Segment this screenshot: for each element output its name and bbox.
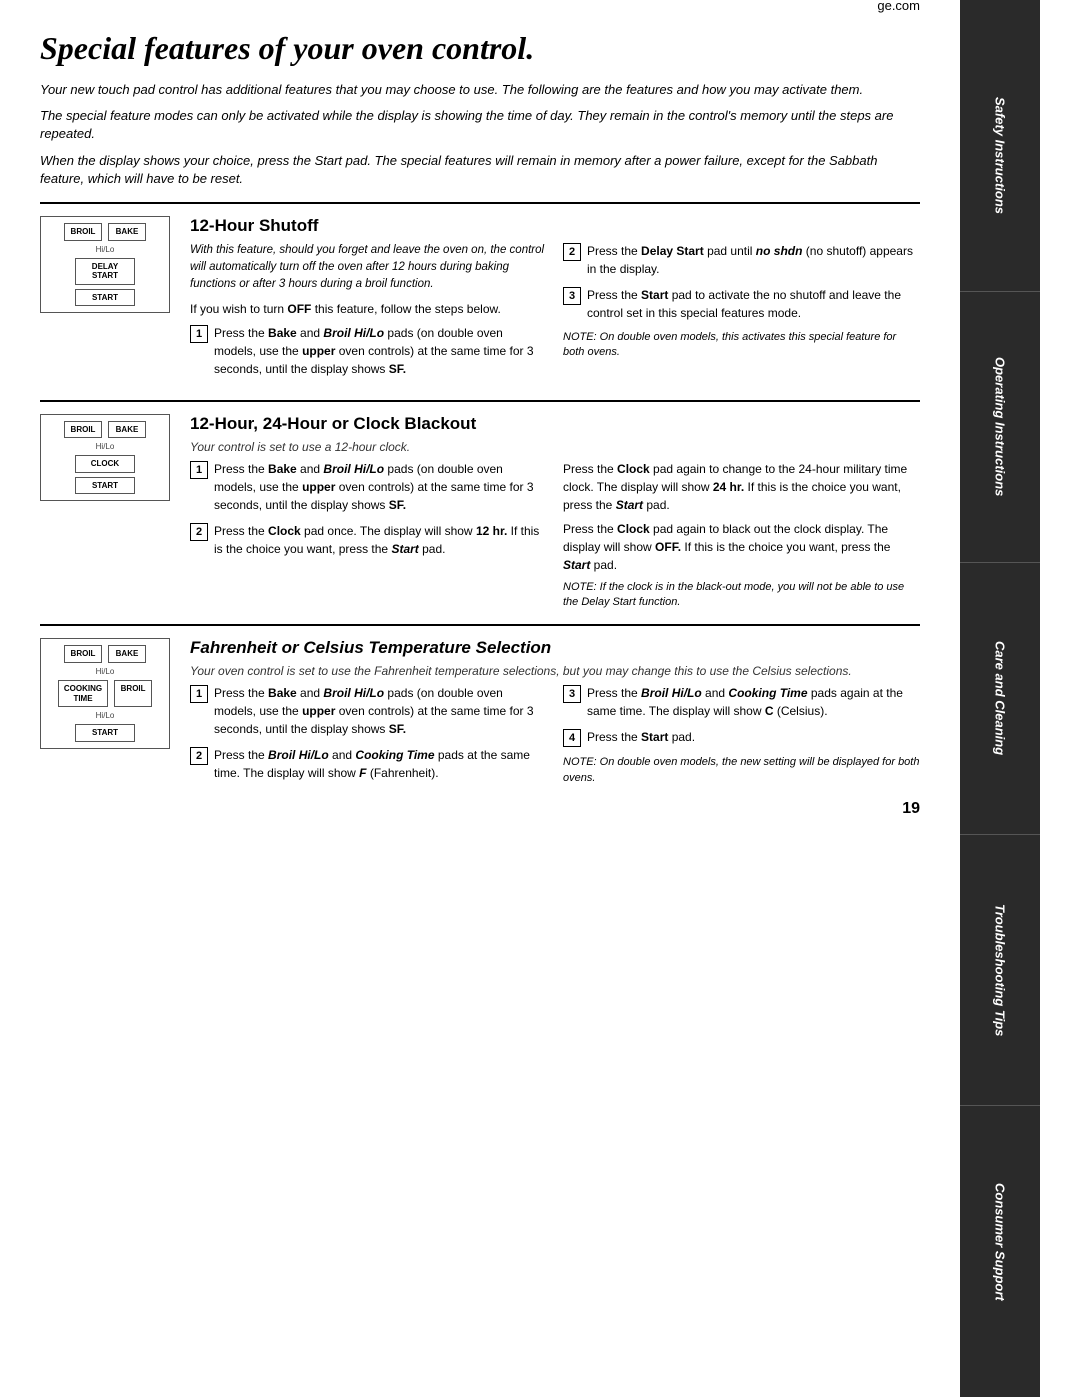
section2-col-left: 1 Press the Bake and Broil Hi/Lo pads (o… xyxy=(190,460,547,611)
section1-content: 12-Hour Shutoff With this feature, shoul… xyxy=(190,216,920,386)
sidebar-consumer: Consumer Support xyxy=(960,1106,1040,1377)
step3-2-text: Press the Broil Hi/Lo and Cooking Time p… xyxy=(214,746,547,782)
broil-btn-3: BROIL xyxy=(64,645,102,663)
section3-col-left: 1 Press the Bake and Broil Hi/Lo pads (o… xyxy=(190,684,547,790)
start-btn-2: START xyxy=(75,477,135,495)
page-title: Special features of your oven control. xyxy=(40,30,534,67)
section1-step3: 3 Press the Start pad to activate the no… xyxy=(563,286,920,322)
sidebar-troubleshooting: Troubleshooting Tips xyxy=(960,835,1040,1107)
start-btn-1: START xyxy=(75,289,135,307)
section1-step2: 2 Press the Delay Start pad until no shd… xyxy=(563,242,920,278)
step-num-3-2: 2 xyxy=(190,747,208,765)
broil-btn-2: BROIL xyxy=(64,421,102,439)
section3-divider xyxy=(40,624,920,626)
sidebar-care: Care and Cleaning xyxy=(960,563,1040,835)
section2-note: NOTE: If the clock is in the black-out m… xyxy=(563,580,920,611)
oven-diagram-2: BROIL BAKE Hi/Lo CLOCK START xyxy=(40,414,170,502)
start-btn-3: START xyxy=(75,724,135,742)
section1-off-text: If you wish to turn OFF this feature, fo… xyxy=(190,300,547,318)
section3-step3: 3 Press the Broil Hi/Lo and Cooking Time… xyxy=(563,684,920,720)
section2-subtitle: Your control is set to use a 12-hour clo… xyxy=(190,440,920,454)
intro-text-1: Your new touch pad control has additiona… xyxy=(40,81,920,99)
delay-start-btn: DELAYSTART xyxy=(75,258,135,285)
cooking-time-btn: COOKINGTIME xyxy=(58,680,108,707)
ge-com-label: ge.com xyxy=(877,0,920,13)
step2-2-text: Press the Clock pad once. The display wi… xyxy=(214,522,547,558)
section3-col-right: 3 Press the Broil Hi/Lo and Cooking Time… xyxy=(563,684,920,790)
section3-title: Fahrenheit or Celsius Temperature Select… xyxy=(190,638,920,658)
section2-title: 12-Hour, 24-Hour or Clock Blackout xyxy=(190,414,920,434)
section1-left-text: With this feature, should you forget and… xyxy=(190,242,547,294)
hilo-label-3: Hi/Lo xyxy=(96,667,115,676)
section3-step1: 1 Press the Bake and Broil Hi/Lo pads (o… xyxy=(190,684,547,738)
section1: BROIL BAKE Hi/Lo DELAYSTART START 12-Hou… xyxy=(40,216,920,386)
section3-content: Fahrenheit or Celsius Temperature Select… xyxy=(190,638,920,790)
section1-title: 12-Hour Shutoff xyxy=(190,216,920,236)
oven-diagram-3: BROIL BAKE Hi/Lo COOKINGTIME BROIL Hi/Lo… xyxy=(40,638,170,748)
step3-4-text: Press the Start pad. xyxy=(587,728,920,746)
step1-2-text: Press the Delay Start pad until no shdn … xyxy=(587,242,920,278)
step1-3-text: Press the Start pad to activate the no s… xyxy=(587,286,920,322)
section2-diagram: BROIL BAKE Hi/Lo CLOCK START xyxy=(40,414,170,611)
section2-col-right: Press the Clock pad again to change to t… xyxy=(563,460,920,611)
step-num-1-3: 3 xyxy=(563,287,581,305)
step2-1-text: Press the Bake and Broil Hi/Lo pads (on … xyxy=(214,460,547,514)
hilo-label-1: Hi/Lo xyxy=(96,245,115,254)
bake-btn-2: BAKE xyxy=(108,421,146,439)
section3-diagram: BROIL BAKE Hi/Lo COOKINGTIME BROIL Hi/Lo… xyxy=(40,638,170,790)
step1-1-text: Press the Bake and Broil Hi/Lo pads (on … xyxy=(214,324,547,378)
section1-step1: 1 Press the Bake and Broil Hi/Lo pads (o… xyxy=(190,324,547,378)
hilo-label-2: Hi/Lo xyxy=(96,442,115,451)
section1-col-left: With this feature, should you forget and… xyxy=(190,242,547,386)
section3-two-col: 1 Press the Bake and Broil Hi/Lo pads (o… xyxy=(190,684,920,790)
intro-text-3: When the display shows your choice, pres… xyxy=(40,152,920,188)
broil-btn-3b: BROIL xyxy=(114,680,152,707)
step-num-3-4: 4 xyxy=(563,729,581,747)
section2-step2: 2 Press the Clock pad once. The display … xyxy=(190,522,547,558)
section2: BROIL BAKE Hi/Lo CLOCK START 12-Hour, 24… xyxy=(40,414,920,611)
bake-btn-3: BAKE xyxy=(108,645,146,663)
bake-btn-1: BAKE xyxy=(108,223,146,241)
step3-3-text: Press the Broil Hi/Lo and Cooking Time p… xyxy=(587,684,920,720)
step3-1-text: Press the Bake and Broil Hi/Lo pads (on … xyxy=(214,684,547,738)
section1-note: NOTE: On double oven models, this activa… xyxy=(563,330,920,361)
section3-step4: 4 Press the Start pad. xyxy=(563,728,920,747)
section2-right1: Press the Clock pad again to change to t… xyxy=(563,460,920,514)
page-number: 19 xyxy=(40,800,920,818)
right-sidebar: Safety Instructions Operating Instructio… xyxy=(960,0,1040,1397)
section2-two-col: 1 Press the Bake and Broil Hi/Lo pads (o… xyxy=(190,460,920,611)
section3-subtitle: Your oven control is set to use the Fahr… xyxy=(190,664,920,678)
intro-text-2: The special feature modes can only be ac… xyxy=(40,107,920,143)
oven-diagram-1: BROIL BAKE Hi/Lo DELAYSTART START xyxy=(40,216,170,313)
section1-diagram: BROIL BAKE Hi/Lo DELAYSTART START xyxy=(40,216,170,386)
step-num-3-1: 1 xyxy=(190,685,208,703)
step-num-3-3: 3 xyxy=(563,685,581,703)
section1-divider xyxy=(40,202,920,204)
section1-col-right: 2 Press the Delay Start pad until no shd… xyxy=(563,242,920,386)
hilo-label-3b: Hi/Lo xyxy=(96,711,115,720)
section2-right2: Press the Clock pad again to black out t… xyxy=(563,520,920,574)
sidebar-operating: Operating Instructions xyxy=(960,292,1040,564)
section2-step1: 1 Press the Bake and Broil Hi/Lo pads (o… xyxy=(190,460,547,514)
section2-divider xyxy=(40,400,920,402)
section3-step2: 2 Press the Broil Hi/Lo and Cooking Time… xyxy=(190,746,547,782)
step-num-2-1: 1 xyxy=(190,461,208,479)
broil-btn-1: BROIL xyxy=(64,223,102,241)
main-content: Special features of your oven control. g… xyxy=(0,0,960,1397)
section3-note: NOTE: On double oven models, the new set… xyxy=(563,755,920,786)
section2-content: 12-Hour, 24-Hour or Clock Blackout Your … xyxy=(190,414,920,611)
section1-two-col: With this feature, should you forget and… xyxy=(190,242,920,386)
step-num-1-1: 1 xyxy=(190,325,208,343)
step-num-2-2: 2 xyxy=(190,523,208,541)
step-num-1-2: 2 xyxy=(563,243,581,261)
section3: BROIL BAKE Hi/Lo COOKINGTIME BROIL Hi/Lo… xyxy=(40,638,920,790)
clock-btn: CLOCK xyxy=(75,455,135,473)
sidebar-safety: Safety Instructions xyxy=(960,20,1040,292)
